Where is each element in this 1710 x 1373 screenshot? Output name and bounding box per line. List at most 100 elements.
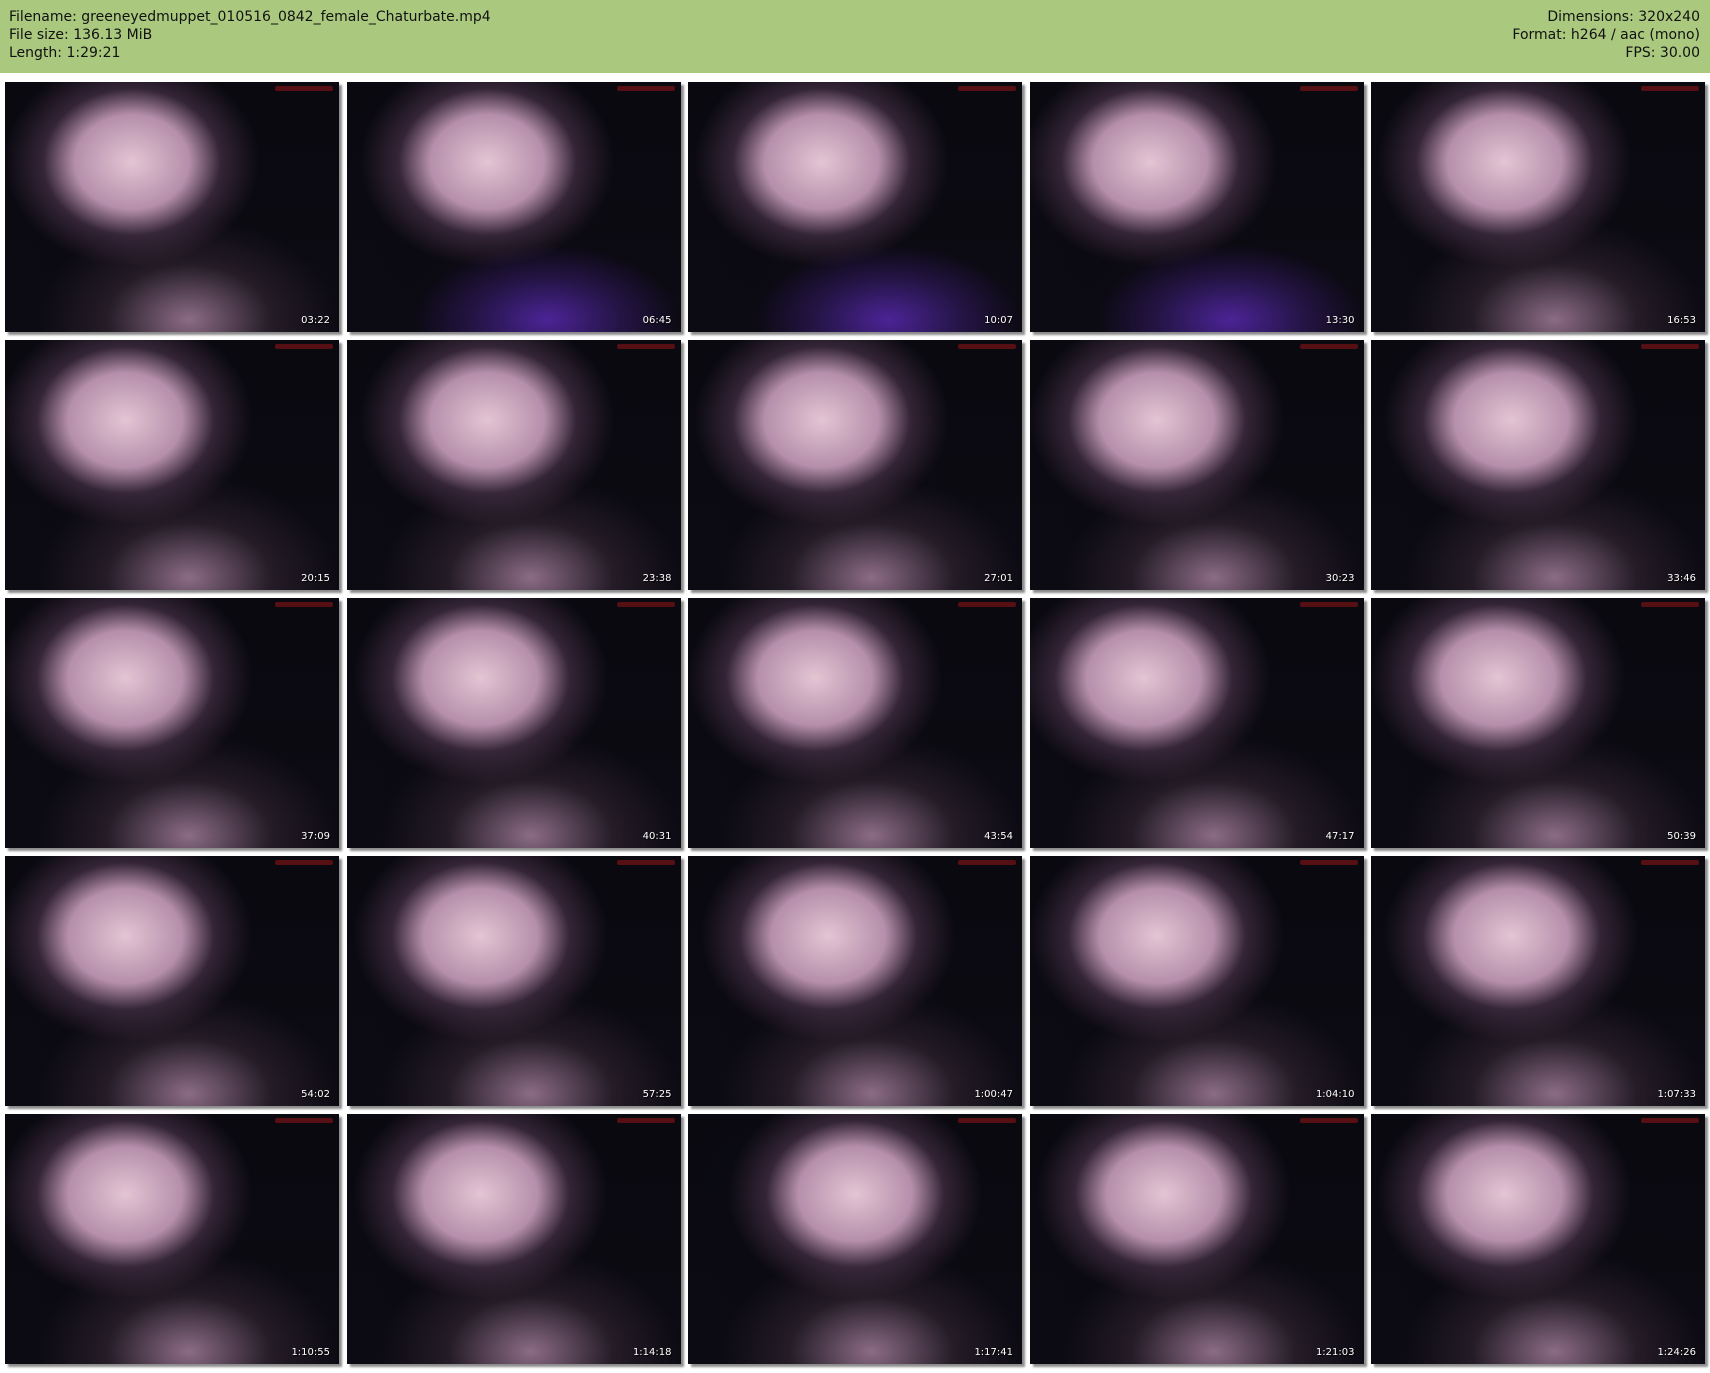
watermark — [1299, 344, 1358, 349]
thumbnail-timestamp: 10:07 — [984, 315, 1013, 326]
watermark — [275, 860, 333, 865]
thumbnail-image — [1029, 340, 1364, 590]
thumbnail: 1:14:18 — [346, 1114, 681, 1364]
thumbnail: 06:45 — [346, 82, 681, 332]
watermark — [958, 860, 1016, 865]
thumbnail: 54:02 — [5, 856, 339, 1106]
thumbnail: 10:07 — [688, 82, 1022, 332]
thumbnail-timestamp: 13:30 — [1325, 315, 1355, 326]
thumbnail-image — [1371, 82, 1705, 332]
thumbnail-image — [346, 1114, 681, 1364]
thumbnail-timestamp: 54:02 — [301, 1089, 330, 1100]
watermark — [1641, 344, 1699, 349]
thumbnail-timestamp: 47:17 — [1325, 831, 1355, 842]
thumbnail-timestamp: 1:07:33 — [1657, 1089, 1696, 1100]
thumbnail-image — [5, 856, 339, 1106]
thumbnail-image — [5, 598, 339, 848]
thumbnail-image — [346, 856, 681, 1106]
thumbnail: 13:30 — [1029, 82, 1364, 332]
watermark — [958, 1118, 1016, 1123]
thumbnail-image — [346, 340, 681, 590]
thumbnail-timestamp: 1:04:10 — [1315, 1089, 1355, 1100]
thumbnail-image — [688, 340, 1022, 590]
watermark — [1641, 1118, 1699, 1123]
dimensions-text: Dimensions: 320x240 — [1547, 9, 1700, 25]
thumbnail-timestamp: 57:25 — [642, 1089, 672, 1100]
watermark — [1299, 86, 1358, 91]
thumbnail-image — [1371, 1114, 1705, 1364]
thumbnail: 23:38 — [346, 340, 681, 590]
thumbnail-timestamp: 33:46 — [1667, 573, 1696, 584]
thumbnail: 57:25 — [346, 856, 681, 1106]
filesize-text: File size: 136.13 MiB — [9, 27, 153, 43]
thumbnail-timestamp: 03:22 — [301, 315, 330, 326]
thumbnail-timestamp: 50:39 — [1667, 831, 1696, 842]
watermark — [1299, 1118, 1358, 1123]
thumbnail-timestamp: 06:45 — [642, 315, 672, 326]
thumbnail-image — [1029, 82, 1364, 332]
info-header: Filename: greeneyedmuppet_010516_0842_fe… — [0, 0, 1710, 73]
thumbnail: 1:00:47 — [688, 856, 1022, 1106]
thumbnail: 1:10:55 — [5, 1114, 339, 1364]
thumbnail-timestamp: 23:38 — [642, 573, 672, 584]
thumbnail-image — [688, 82, 1022, 332]
watermark — [616, 1118, 675, 1123]
thumbnail-image — [1371, 598, 1705, 848]
format-text: Format: h264 / aac (mono) — [1512, 27, 1700, 43]
filename-text: Filename: greeneyedmuppet_010516_0842_fe… — [9, 9, 491, 25]
thumbnail: 37:09 — [5, 598, 339, 848]
watermark — [616, 602, 675, 607]
fps-text: FPS: 30.00 — [1625, 45, 1700, 61]
thumbnail: 16:53 — [1371, 82, 1705, 332]
thumbnail-image — [1029, 598, 1364, 848]
watermark — [275, 86, 333, 91]
thumbnail-image — [1371, 340, 1705, 590]
watermark — [1299, 860, 1358, 865]
watermark — [275, 1118, 333, 1123]
thumbnail-timestamp: 1:10:55 — [291, 1347, 330, 1358]
thumbnail-timestamp: 20:15 — [301, 573, 330, 584]
watermark — [616, 86, 675, 91]
file-info: Filename: greeneyedmuppet_010516_0842_fe… — [9, 8, 491, 62]
thumbnail: 47:17 — [1029, 598, 1364, 848]
watermark — [275, 602, 333, 607]
thumbnail: 33:46 — [1371, 340, 1705, 590]
thumbnail-timestamp: 27:01 — [984, 573, 1013, 584]
thumbnail-timestamp: 16:53 — [1667, 315, 1696, 326]
thumbnail-image — [1029, 1114, 1364, 1364]
watermark — [958, 86, 1016, 91]
thumbnail-timestamp: 40:31 — [642, 831, 672, 842]
thumbnail-image — [1371, 856, 1705, 1106]
watermark — [958, 344, 1016, 349]
thumbnail-timestamp: 1:14:18 — [632, 1347, 672, 1358]
watermark — [616, 860, 675, 865]
thumbnail-grid: 03:22 06:45 10:07 13:30 16:53 20:15 23:3… — [5, 82, 1705, 1364]
thumbnail-image — [688, 598, 1022, 848]
thumbnail: 1:24:26 — [1371, 1114, 1705, 1364]
thumbnail-timestamp: 1:00:47 — [974, 1089, 1013, 1100]
thumbnail-image — [1029, 856, 1364, 1106]
thumbnail-image — [346, 82, 681, 332]
watermark — [1641, 86, 1699, 91]
thumbnail-timestamp: 1:17:41 — [974, 1347, 1013, 1358]
thumbnail: 03:22 — [5, 82, 339, 332]
thumbnail: 30:23 — [1029, 340, 1364, 590]
thumbnail: 1:04:10 — [1029, 856, 1364, 1106]
thumbnail-timestamp: 30:23 — [1325, 573, 1355, 584]
watermark — [1641, 602, 1699, 607]
watermark — [1641, 860, 1699, 865]
thumbnail: 40:31 — [346, 598, 681, 848]
thumbnail-image — [5, 340, 339, 590]
thumbnail: 1:17:41 — [688, 1114, 1022, 1364]
thumbnail: 50:39 — [1371, 598, 1705, 848]
watermark — [958, 602, 1016, 607]
thumbnail: 1:21:03 — [1029, 1114, 1364, 1364]
thumbnail-timestamp: 43:54 — [984, 831, 1013, 842]
thumbnail-image — [688, 1114, 1022, 1364]
thumbnail-timestamp: 1:21:03 — [1315, 1347, 1355, 1358]
thumbnail-timestamp: 1:24:26 — [1657, 1347, 1696, 1358]
thumbnail: 27:01 — [688, 340, 1022, 590]
thumbnail-image — [688, 856, 1022, 1106]
thumbnail: 43:54 — [688, 598, 1022, 848]
video-info: Dimensions: 320x240 Format: h264 / aac (… — [1512, 8, 1700, 62]
